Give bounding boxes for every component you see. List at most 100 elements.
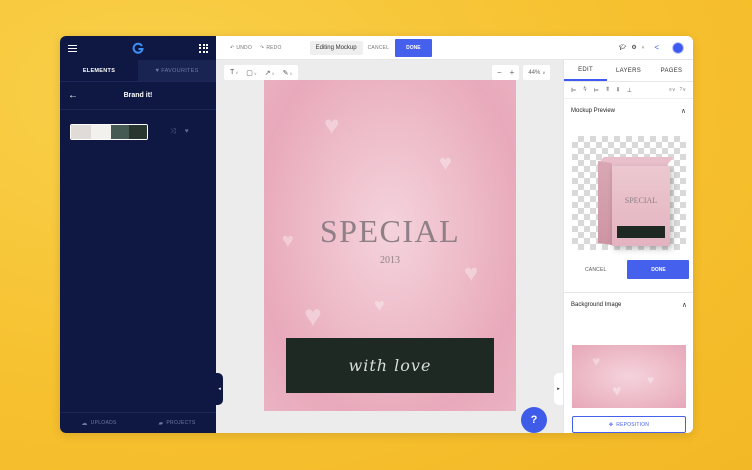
- palette-swatch[interactable]: [111, 125, 129, 139]
- undo-icon: ↶: [230, 44, 235, 51]
- draw-tool[interactable]: ✎∨: [283, 69, 293, 77]
- sidebar-bottom-nav: ☁ UPLOADS ▰ PROJECTS: [60, 412, 216, 433]
- collapse-panel-handle[interactable]: ▸: [554, 373, 563, 405]
- tab-layers[interactable]: LAYERS: [607, 60, 650, 81]
- nav-projects[interactable]: ▰ PROJECTS: [138, 413, 216, 433]
- tab-edit[interactable]: EDIT: [564, 60, 607, 81]
- sidebar-header: ← Brand it!: [60, 82, 216, 110]
- box-band: [617, 226, 665, 238]
- distribute-icon[interactable]: ≡∨: [669, 87, 676, 93]
- toolbar-right-icons: 🎓︎ ⚙ ◐ <: [619, 41, 693, 54]
- design-year[interactable]: 2013: [264, 255, 516, 266]
- canvas-tools: T∨ ▢∨ ↗∨ ✎∨: [224, 65, 299, 80]
- folder-icon: ▰: [158, 420, 164, 427]
- box-side-face: [598, 161, 612, 245]
- more-align-options[interactable]: ≡∨ ?∨: [669, 87, 686, 93]
- graduation-cap-icon[interactable]: 🎓︎: [619, 44, 627, 51]
- reposition-label: REPOSITION: [616, 421, 650, 428]
- align-left-icon[interactable]: ⊫: [571, 87, 576, 94]
- heart-decoration: ♥: [374, 295, 385, 315]
- cancel-button[interactable]: CANCEL: [368, 45, 389, 51]
- logo-icon: [132, 42, 144, 54]
- box-title: SPECIAL: [624, 196, 658, 205]
- sidebar-tabs: ELEMENTS ♥ FAVOURITES: [60, 60, 216, 82]
- preview-done-button[interactable]: DONE: [627, 260, 690, 279]
- chevron-up-icon[interactable]: ∧: [682, 301, 687, 309]
- redo-button[interactable]: ↷ REDO: [260, 45, 282, 51]
- right-panel-tabs: EDIT LAYERS PAGES: [564, 60, 693, 82]
- tab-layers-label: LAYERS: [615, 67, 642, 74]
- undo-button[interactable]: ↶ UNDO: [230, 45, 252, 51]
- align-bottom-icon[interactable]: ⊥: [627, 87, 632, 94]
- top-toolbar: ↶ UNDO ↷ REDO Editing Mockup CANCEL DONE…: [216, 36, 693, 60]
- settings-icon[interactable]: ⚙: [631, 44, 636, 51]
- sync-icon[interactable]: ◐: [642, 45, 646, 51]
- align-right-icon[interactable]: ⊨: [594, 87, 599, 94]
- palette-swatch[interactable]: [91, 125, 111, 139]
- done-button[interactable]: DONE: [395, 38, 432, 57]
- zoom-out-button[interactable]: − +: [492, 65, 520, 80]
- chevron-up-icon[interactable]: ∧: [681, 107, 686, 115]
- tagline-banner[interactable]: with love: [286, 338, 494, 393]
- zoom-plus-button[interactable]: +: [510, 68, 515, 77]
- shape-tool[interactable]: ▢∨: [246, 69, 257, 77]
- tab-pages[interactable]: PAGES: [650, 60, 693, 81]
- tab-favourites[interactable]: ♥ FAVOURITES: [138, 60, 216, 81]
- help-label: ?: [530, 414, 538, 426]
- text-tool[interactable]: T∨: [230, 69, 238, 76]
- apps-grid-icon[interactable]: [199, 43, 208, 53]
- design-title[interactable]: SPECIAL: [264, 213, 516, 250]
- chevron-down-icon: ∨: [253, 70, 257, 76]
- nav-projects-label: PROJECTS: [166, 420, 196, 426]
- chevron-down-icon: ∨: [271, 70, 275, 76]
- line-tool[interactable]: ↗∨: [265, 69, 275, 77]
- nav-uploads-label: UPLOADS: [90, 420, 117, 426]
- heart-decoration: ♥: [439, 150, 453, 175]
- design-page[interactable]: ♥ ♥ ♥ ♥ ♥ ♥ ♥ SPECIAL 2013 with love: [264, 80, 516, 411]
- sidebar-topbar: [60, 36, 216, 60]
- avatar[interactable]: [672, 41, 684, 54]
- chevron-down-icon: ∨: [289, 70, 293, 76]
- sidebar-section-title: Brand it!: [123, 92, 153, 99]
- design-tagline[interactable]: with love: [349, 356, 432, 375]
- tab-elements[interactable]: ELEMENTS: [60, 60, 138, 81]
- align-center-icon[interactable]: ⫩: [583, 87, 586, 94]
- align-top-icon[interactable]: ⫪: [606, 87, 609, 94]
- background-image-title: Background Image: [571, 302, 622, 308]
- mockup-preview-header[interactable]: Mockup Preview ∧: [564, 99, 693, 123]
- palette-actions: ⤨ ♥: [170, 128, 189, 136]
- share-icon[interactable]: <: [654, 43, 659, 52]
- zoom-minus-label: −: [497, 68, 502, 77]
- cloud-upload-icon: ☁: [81, 420, 88, 427]
- palette-swatch[interactable]: [129, 125, 147, 139]
- left-sidebar: ELEMENTS ♥ FAVOURITES ← Brand it! ⤨ ♥ ☁ …: [60, 36, 216, 433]
- background-image-header[interactable]: Background Image ∧: [564, 293, 693, 317]
- collapse-sidebar-handle[interactable]: ◂: [216, 373, 223, 405]
- mockup-preview-image: SPECIAL: [572, 136, 686, 250]
- tab-edit-label: EDIT: [578, 66, 593, 73]
- background-image-thumbnail[interactable]: ♥ ♥ ♥: [572, 345, 686, 408]
- zoom-level: 44%: [528, 69, 541, 76]
- tab-elements-label: ELEMENTS: [82, 67, 116, 74]
- color-palette[interactable]: [70, 124, 148, 140]
- alignment-toolbar: ⊫ ⫩ ⊨ ⫪ ⫫ ⊥ ≡∨ ?∨: [564, 82, 693, 99]
- palette-row: ⤨ ♥: [60, 110, 216, 154]
- preview-cancel-button[interactable]: CANCEL: [585, 267, 606, 273]
- menu-icon[interactable]: [68, 44, 77, 52]
- palette-swatch[interactable]: [71, 125, 91, 139]
- nav-uploads[interactable]: ☁ UPLOADS: [60, 413, 138, 433]
- zoom-level-select[interactable]: 44% ∨: [523, 65, 551, 80]
- mockup-preview-title: Mockup Preview: [571, 108, 616, 114]
- align-middle-icon[interactable]: ⫫: [616, 87, 619, 94]
- right-panel: EDIT LAYERS PAGES ⊫ ⫩ ⊨ ⫪ ⫫ ⊥ ≡∨ ?∨ Mock…: [563, 60, 693, 433]
- heart-decoration: ♥: [324, 110, 340, 140]
- chevron-down-icon: ∨: [542, 70, 546, 75]
- help-icon[interactable]: ?∨: [680, 87, 686, 93]
- heart-icon: ♥: [155, 67, 160, 74]
- shuffle-icon[interactable]: ⤨: [170, 128, 176, 136]
- canvas-area: T∨ ▢∨ ↗∨ ✎∨ − + 44% ∨ ♥ ♥ ♥ ♥ ♥ ♥ ♥ SPEC…: [216, 60, 563, 433]
- reposition-button[interactable]: ✥ REPOSITION: [572, 416, 686, 433]
- help-button[interactable]: ?: [521, 407, 547, 433]
- favourite-icon[interactable]: ♥: [185, 128, 189, 136]
- heart-decoration: ♥: [304, 300, 322, 333]
